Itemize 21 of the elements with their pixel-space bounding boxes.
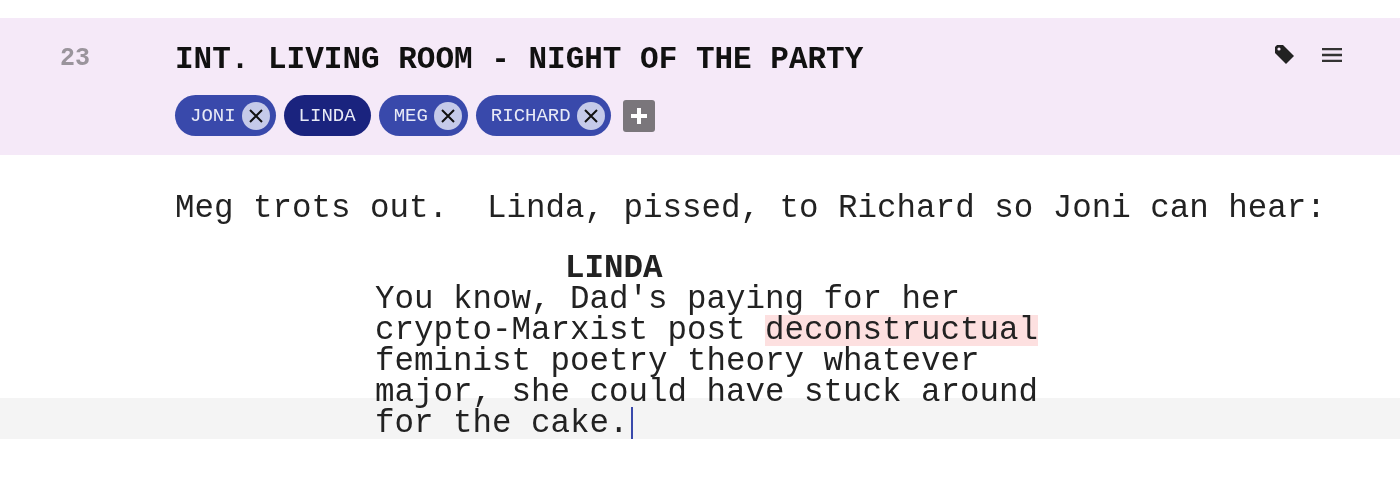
remove-icon[interactable] — [583, 108, 598, 123]
character-chip[interactable]: RICHARD — [475, 95, 611, 136]
plus-icon — [628, 105, 649, 126]
dialogue-text[interactable]: major, she could have stuck around — [375, 377, 1039, 408]
character-chip[interactable]: MEG — [378, 95, 468, 136]
menu-icon[interactable] — [1322, 48, 1342, 62]
misspelled-word[interactable]: deconstructual — [765, 315, 1039, 346]
text-cursor — [630, 407, 633, 439]
remove-icon[interactable] — [248, 108, 263, 123]
action-text[interactable]: Meg trots out. Linda, pissed, to Richard so Joni can hear: — [175, 193, 1326, 224]
character-chip[interactable]: LINDA — [283, 95, 371, 136]
scene-number: 23 — [60, 44, 90, 73]
remove-icon[interactable] — [440, 108, 455, 123]
character-name[interactable]: LINDA — [565, 253, 663, 284]
character-chip[interactable]: JONI — [175, 95, 276, 136]
dialogue-text[interactable]: crypto-Marxist post — [375, 315, 766, 346]
dialogue-text[interactable]: feminist poetry theory whatever — [375, 346, 980, 377]
tag-icon[interactable] — [1274, 44, 1296, 66]
add-character-button[interactable] — [622, 99, 655, 132]
scene-heading[interactable]: INT. LIVING ROOM - NIGHT OF THE PARTY — [175, 42, 864, 77]
dialogue-text[interactable]: You know, Dad's paying for her — [375, 284, 961, 315]
